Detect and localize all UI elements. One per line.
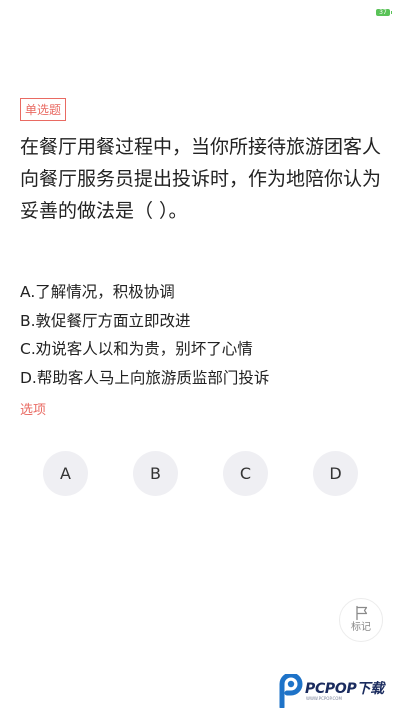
mark-button[interactable]: 标记 <box>339 598 383 642</box>
watermark: PCPOP下载 WWW.PCPOP.COM <box>274 674 400 708</box>
option-d-text: D.帮助客人马上向旅游质监部门投诉 <box>20 368 270 387</box>
watermark-subtext: WWW.PCPOP.COM <box>306 696 342 701</box>
option-c-text: C.劝说客人以和为贵，别坏了心情 <box>20 340 253 358</box>
choices-label: 选项 <box>20 403 47 418</box>
flag-icon <box>356 605 368 621</box>
watermark-text: PCPOP下载 <box>305 681 384 697</box>
answer-d-button[interactable]: D <box>313 451 358 496</box>
question-text: 在餐厅用餐过程中，当你所接待旅游团客人向餐厅服务员提出投诉时，作为地陪你认为妥善… <box>20 136 382 222</box>
battery-icon: 37 <box>376 9 392 16</box>
mark-label: 标记 <box>351 622 371 633</box>
option-a-text: A.了解情况，积极协调 <box>20 283 175 301</box>
answer-b-button[interactable]: B <box>133 451 178 496</box>
answer-c-button[interactable]: C <box>223 451 268 496</box>
status-bar: 37 <box>0 0 400 26</box>
answer-a-button[interactable]: A <box>43 451 88 496</box>
pcpop-logo-icon <box>279 674 303 708</box>
option-list: A.了解情况，积极协调 B.敦促餐厅方面立即改进 C.劝说客人以和为贵，别坏了心… <box>20 278 380 392</box>
question-type-tag: 单选题 <box>20 98 67 121</box>
option-b-text: B.敦促餐厅方面立即改进 <box>20 311 191 330</box>
